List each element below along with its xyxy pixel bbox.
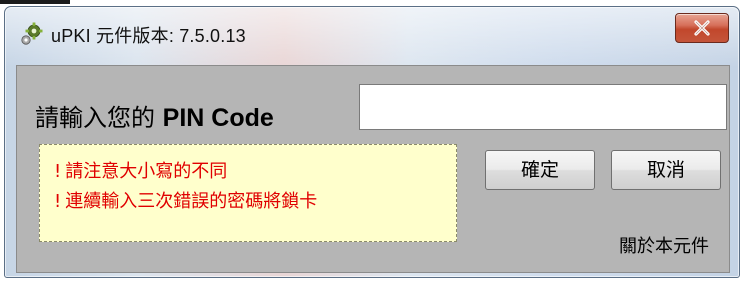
warning-notice-box: ! 請注意大小寫的不同 ! 連續輸入三次錯誤的密碼將鎖卡 bbox=[39, 144, 457, 242]
pin-dialog-window: uPKI 元件版本: 7.5.0.13 請輸入您的 PIN Code ! 請注意大… bbox=[4, 6, 740, 278]
notice-case-sensitive: ! 請注意大小寫的不同 bbox=[54, 157, 227, 183]
notice-lock-warning: ! 連續輸入三次錯誤的密碼將鎖卡 bbox=[54, 187, 317, 213]
ok-button[interactable]: 確定 bbox=[485, 150, 595, 190]
window-title: uPKI 元件版本: 7.5.0.13 bbox=[51, 26, 246, 46]
gear-icon bbox=[19, 21, 45, 47]
pin-input[interactable] bbox=[359, 84, 727, 130]
screen: uPKI 元件版本: 7.5.0.13 請輸入您的 PIN Code ! 請注意大… bbox=[0, 0, 744, 282]
close-button[interactable] bbox=[675, 13, 729, 43]
top-edge-accent bbox=[0, 0, 70, 4]
title-bar[interactable]: uPKI 元件版本: 7.5.0.13 bbox=[5, 7, 739, 59]
cancel-button[interactable]: 取消 bbox=[611, 150, 721, 190]
pin-prompt-text: 請輸入您的 bbox=[35, 104, 155, 132]
pin-prompt-label: 請輸入您的 PIN Code bbox=[35, 98, 274, 133]
notice-line-1-text: 請注意大小寫的不同 bbox=[65, 161, 228, 182]
dialog-body: 請輸入您的 PIN Code ! 請注意大小寫的不同 ! 連續輸入三次錯誤的密碼將鎖… bbox=[16, 65, 730, 273]
exclamation-icon: ! bbox=[54, 161, 62, 182]
about-component-link[interactable]: 關於本元件 bbox=[619, 232, 709, 258]
notice-line-2-text: 連續輸入三次錯誤的密碼將鎖卡 bbox=[65, 191, 318, 212]
close-icon bbox=[694, 20, 710, 36]
pin-code-text: PIN Code bbox=[162, 104, 274, 132]
exclamation-icon: ! bbox=[54, 191, 62, 212]
